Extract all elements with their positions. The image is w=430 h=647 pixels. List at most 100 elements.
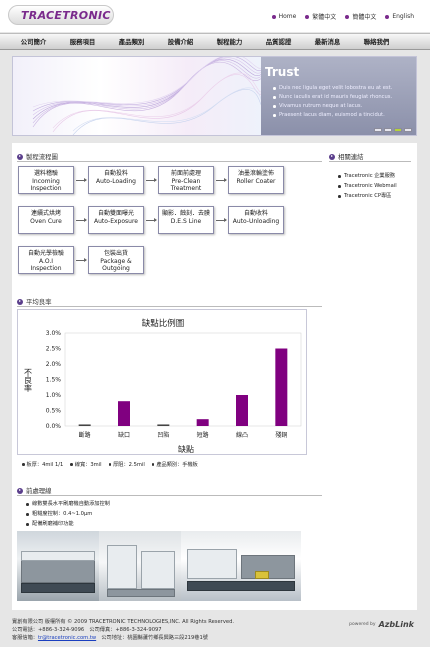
main-content: 製程流程圖 選料稽驗 Incoming Inspection 自動投料 Auto… (12, 143, 417, 610)
flow-arrow (146, 218, 157, 222)
banner-list: Duis nec ligula eget velit lobostra eu a… (273, 84, 392, 120)
logo[interactable]: TRACETRONIC (8, 5, 114, 25)
bullet-icon (108, 463, 112, 466)
banner-page-4[interactable] (404, 128, 412, 132)
chart-title: 缺點比例圖 (142, 318, 185, 329)
bar-1 (118, 401, 130, 426)
contact-email-address: 客服信箱：tr@tracetronic.com.tw 公司地址：桃園縣蘆竹鄉長興… (12, 635, 208, 641)
flow-step-oven: 連續式烘烤 Oven Cure (18, 206, 74, 234)
banner: Trust Duis nec ligula eget velit lobostr… (12, 56, 417, 136)
banner-list-item: Duis nec ligula eget velit lobostra eu a… (273, 84, 392, 93)
spec-item: 板厚：4mil 1/1 (22, 461, 63, 468)
flow-arrow (76, 178, 87, 182)
footer: 實創有限公司 版權所有 © 2009 TRACETRONIC TECHNOLOG… (0, 612, 430, 647)
flow-step-aoi: 自動光學檢驗 A.O.I Inspection (18, 246, 74, 274)
banner-title: Trust (265, 65, 300, 79)
banner-graphic (13, 57, 264, 135)
bullet-icon (305, 14, 310, 19)
process-item: 粗糙度控制：0.4~1.0μm (26, 509, 110, 519)
x-tick-label: 殘銅 (275, 431, 287, 439)
banner-page-1[interactable] (374, 128, 382, 132)
process-item: 配備刷磨補印功能 (26, 519, 110, 529)
flow-arrow (216, 218, 227, 222)
banner-page-2[interactable] (384, 128, 392, 132)
nav-item-equipment[interactable]: 設備介紹 (157, 34, 204, 50)
bar-2 (157, 424, 170, 426)
y-tick-label: 2.5% (46, 346, 62, 353)
banner-list-item: Nunc iaculis erat id mauris feugiat rhon… (273, 93, 392, 102)
process-item: 線數雙長水平刷磨機自動添加控制 (26, 499, 110, 509)
bullet-icon (345, 14, 350, 19)
x-tick-label: 線凸 (236, 431, 248, 439)
divider (329, 161, 411, 162)
flow-arrow (146, 178, 157, 182)
y-tick-label: 2.0% (46, 361, 62, 368)
bullet-icon (70, 463, 73, 466)
y-tick-label: 0.0% (46, 423, 62, 430)
flow-step-loading: 自動投料 Auto-Loading (88, 166, 144, 194)
x-tick-label: 凹陷 (157, 431, 169, 439)
banner-pager (374, 128, 412, 132)
equipment-photo-3 (181, 531, 301, 601)
yield-section-title: 平均良率 (17, 297, 52, 306)
nav-item-capability[interactable]: 製程能力 (206, 34, 253, 50)
nav-item-contact[interactable]: 聯絡我們 (353, 34, 400, 50)
spec-item: 線寬：3mil (70, 461, 102, 468)
top-link-home[interactable]: Home (271, 12, 296, 21)
spec-item: 產品類別：手機板 (151, 461, 198, 468)
flow-step-exposure: 自動雙面曝光 Auto-Exposure (88, 206, 144, 234)
process-section-title: 前處理線 (17, 486, 52, 495)
top-link-traditional[interactable]: 繁體中文 (305, 12, 336, 21)
powered-by[interactable]: powered by AzbLink (349, 620, 414, 629)
nav-item-about[interactable]: 公司簡介 (10, 34, 57, 50)
section-arrow-icon (17, 487, 23, 494)
x-tick-label: 缺口 (118, 431, 130, 439)
nav-item-products[interactable]: 產品類別 (108, 34, 155, 50)
banner-page-3[interactable] (394, 128, 402, 132)
top-links: Home 繁體中文 簡體中文 English (271, 12, 414, 21)
section-arrow-icon (329, 153, 335, 160)
related-link-cp[interactable]: Tracetronic CP專區 (338, 191, 397, 201)
banner-waves (32, 57, 264, 135)
y-tick-label: 3.0% (46, 330, 62, 337)
divider (17, 495, 322, 496)
flow-step-package: 包裝出貨 Package & Outgoing (88, 246, 144, 274)
page: TRACETRONIC Home 繁體中文 簡體中文 English 公司簡介 … (0, 0, 430, 647)
top-link-simplified[interactable]: 簡體中文 (345, 12, 376, 21)
flow-step-roller: 油墨滾輪塗佈 Roller Coater (228, 166, 284, 194)
related-section-title: 相關連結 (329, 152, 364, 161)
divider (17, 161, 322, 162)
flow-arrow (216, 178, 227, 182)
y-tick-label: 1.0% (46, 392, 62, 399)
x-tick-label: 短路 (197, 431, 209, 439)
email-link[interactable]: tr@tracetronic.com.tw (38, 635, 96, 641)
equipment-photo-2 (99, 531, 181, 601)
nav-item-certification[interactable]: 品質認證 (255, 34, 302, 50)
chart-svg: 缺點比例圖 不良率 缺點 3.0% 2.5% 2.0% 1.5% 1.0% 0.5% 0.0… (24, 318, 302, 454)
x-tick-label: 斷路 (79, 431, 91, 439)
spec-item: 厚阻：2.5mil (108, 461, 145, 468)
section-arrow-icon (17, 298, 23, 305)
defect-chart: 缺點比例圖 不良率 缺點 3.0% 2.5% 2.0% 1.5% 1.0% 0.5% 0.0… (17, 309, 307, 455)
bullet-icon (271, 14, 276, 19)
yield-specs: 板厚：4mil 1/1 線寬：3mil 厚阻：2.5mil 產品類別：手機板 (22, 461, 198, 468)
flow-step-des: 顯影．蝕刻．去膜 D.E.S Line (158, 206, 214, 234)
flow-step-incoming: 選料稽驗 Incoming Inspection (18, 166, 74, 194)
header: TRACETRONIC Home 繁體中文 簡體中文 English (0, 0, 430, 32)
related-link-webmail[interactable]: Tracetronic Webmail (338, 181, 397, 191)
y-tick-label: 1.5% (46, 377, 62, 384)
related-link-enterprise[interactable]: Tracetronic 企業服務 (338, 171, 397, 181)
equipment-photos (17, 531, 301, 601)
flow-step-unloading: 自動收料 Auto-Unloading (228, 206, 284, 234)
bar-0 (78, 424, 91, 426)
nav-item-news[interactable]: 最新消息 (304, 34, 351, 50)
y-tick-label: 0.5% (46, 408, 62, 415)
top-link-english[interactable]: English (385, 12, 414, 21)
bar-4 (236, 395, 248, 426)
plot-area (64, 332, 302, 427)
contact-phone: 公司電話：+886-3-324-9096 公司傳真：+886-3-324-909… (12, 627, 162, 633)
flow-step-preclean: 前面前處理 Pre-Clean Treatment (158, 166, 214, 194)
copyright: 實創有限公司 版權所有 © 2009 TRACETRONIC TECHNOLOG… (12, 619, 235, 625)
banner-list-item: Praesent lacus diam, euismod a tincidut. (273, 111, 392, 120)
nav-item-services[interactable]: 服務項目 (59, 34, 106, 50)
